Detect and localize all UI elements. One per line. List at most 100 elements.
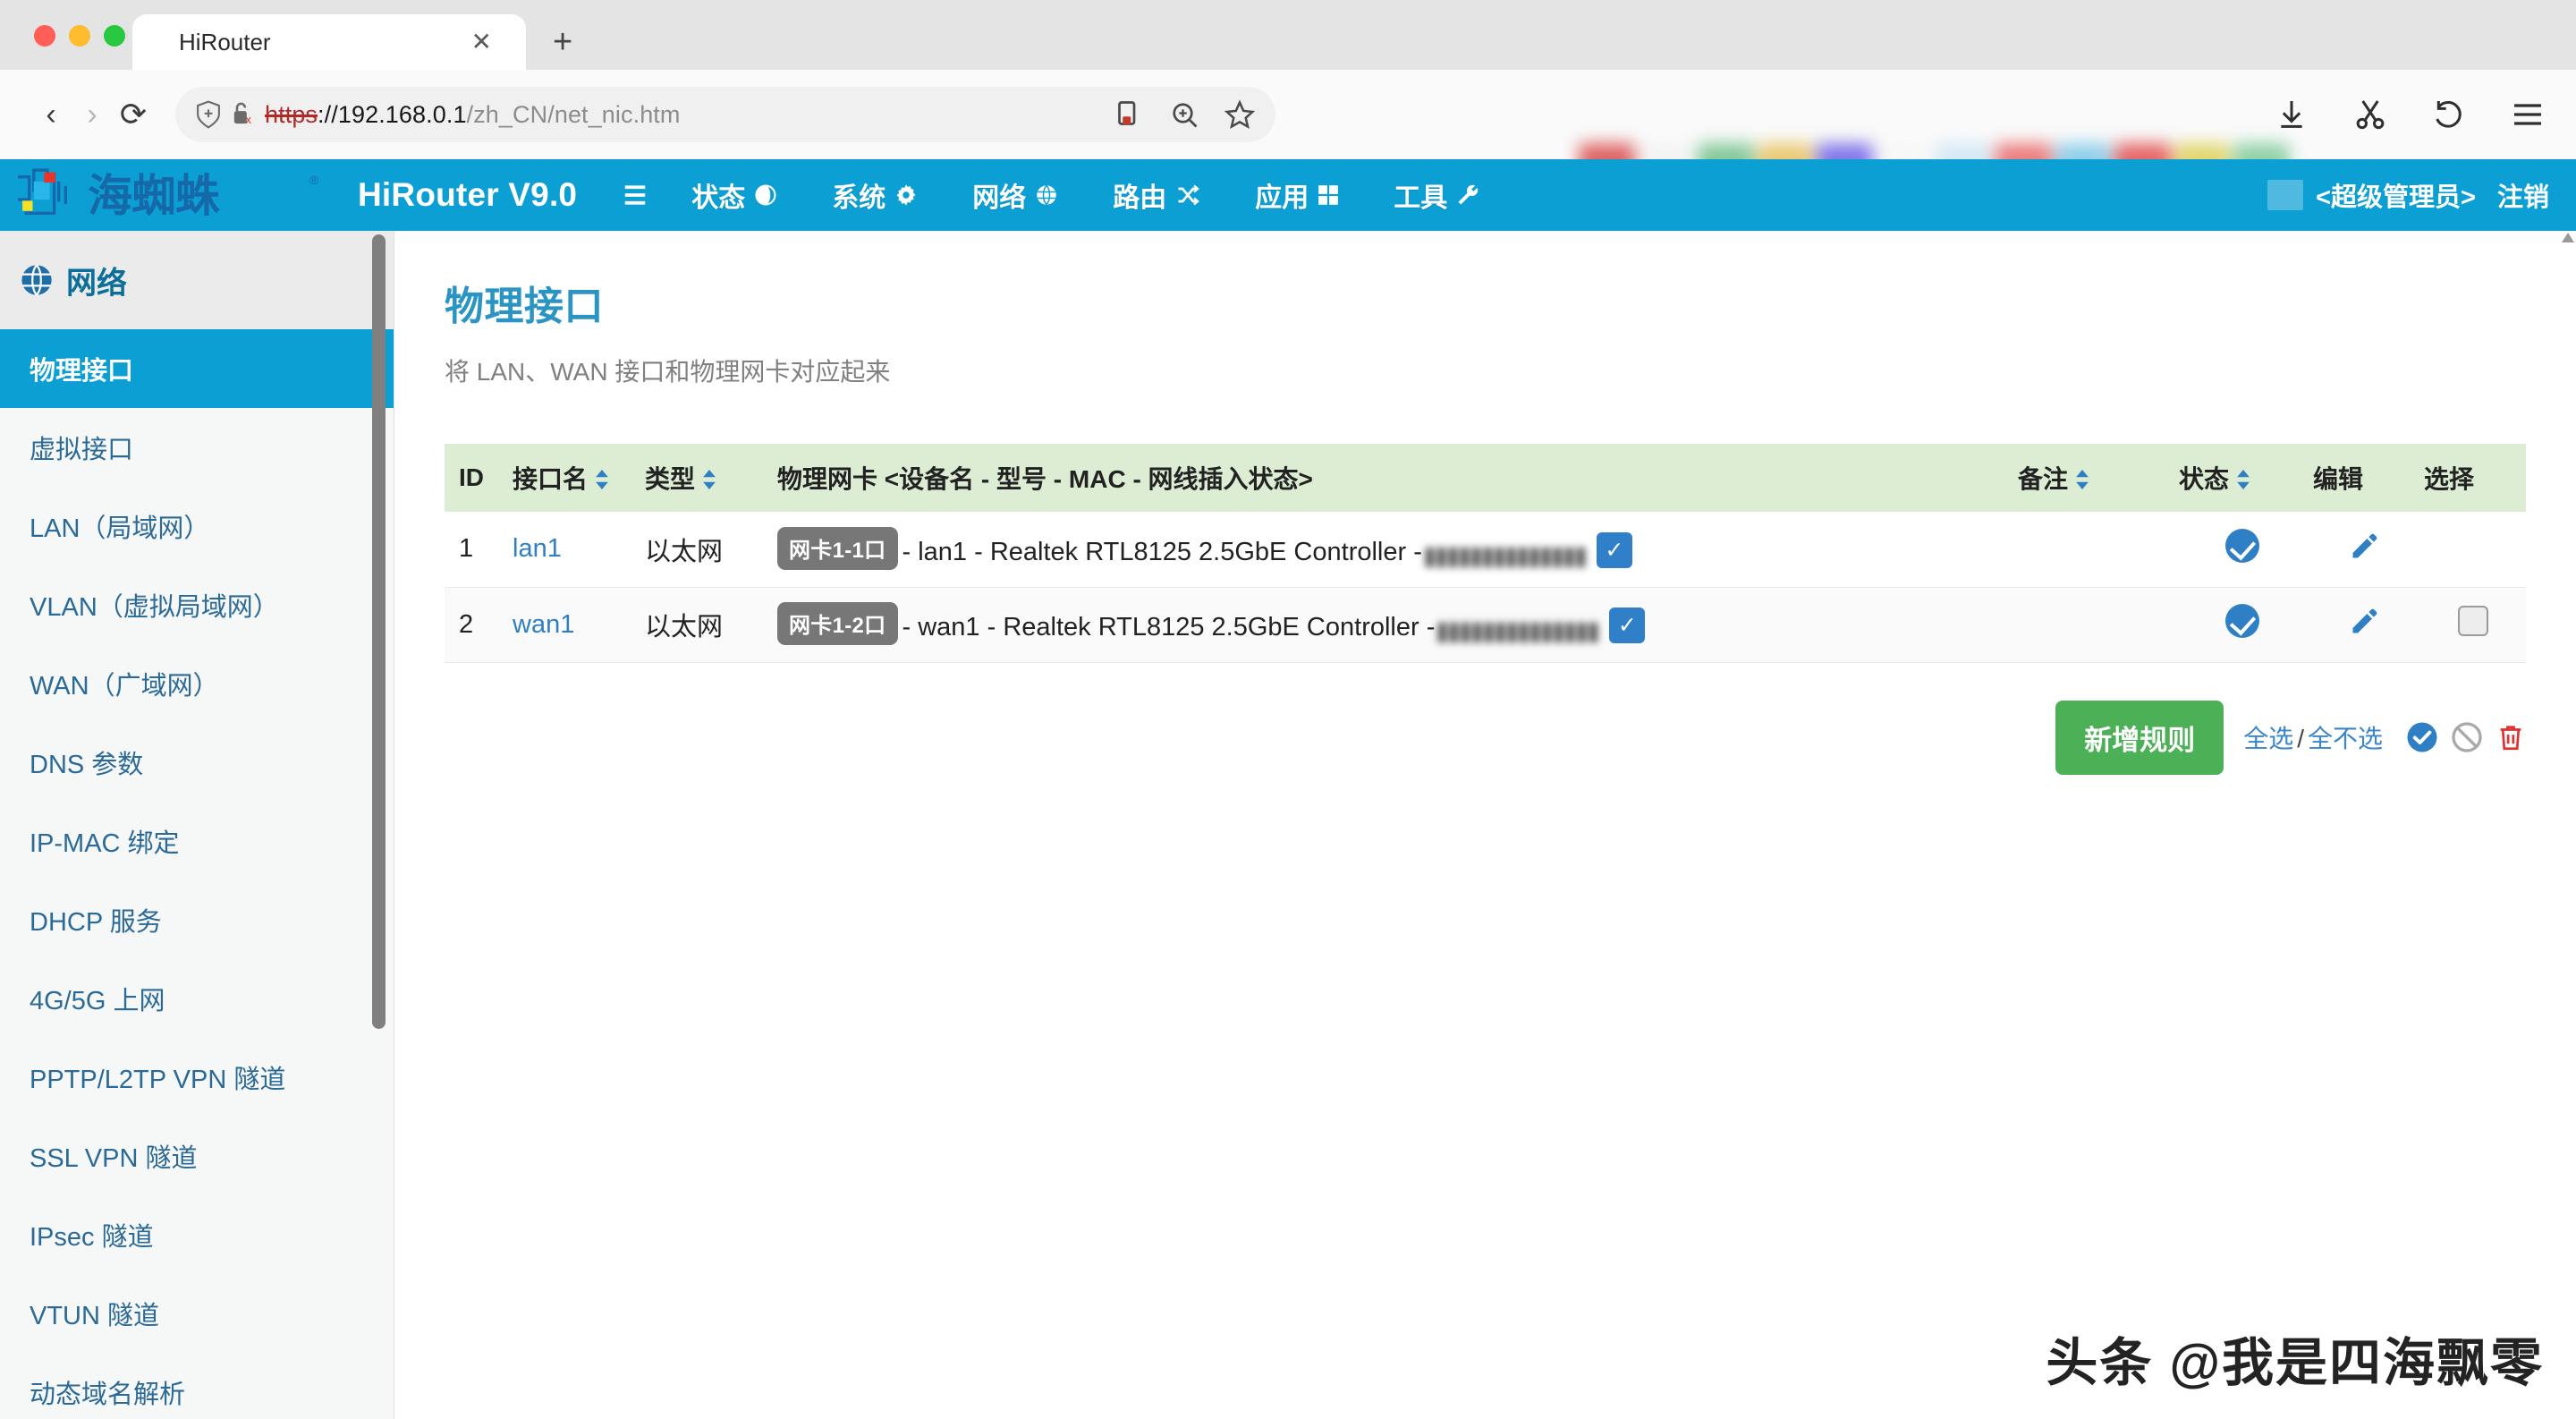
nic-port-badge: 网卡1-2口 bbox=[777, 602, 898, 645]
sort-icon[interactable] bbox=[701, 467, 717, 496]
cell-select bbox=[2420, 512, 2526, 587]
ban-icon[interactable] bbox=[2451, 721, 2483, 753]
sort-icon[interactable] bbox=[594, 467, 610, 496]
table-row[interactable]: 2 wan1 以太网 网卡1-2口- wan1 - Realtek RTL812… bbox=[445, 587, 2526, 662]
brand-logo[interactable]: 海蜘蛛 ® bbox=[0, 166, 324, 225]
maximize-window-button[interactable] bbox=[104, 25, 125, 47]
trash-icon[interactable] bbox=[2496, 721, 2526, 753]
nav-item-apps[interactable]: 应用 bbox=[1228, 175, 1367, 215]
nic-description: - lan1 - Realtek RTL8125 2.5GbE Controll… bbox=[902, 538, 1422, 566]
lock-broken-icon[interactable]: x bbox=[231, 99, 256, 130]
shield-plus-icon[interactable] bbox=[195, 99, 222, 130]
close-tab-icon[interactable]: ✕ bbox=[471, 30, 492, 55]
scroll-up-arrow-icon[interactable] bbox=[2562, 233, 2574, 242]
select-all-link[interactable]: 全选 bbox=[2243, 725, 2293, 752]
nav-item-routing[interactable]: 路由 bbox=[1086, 175, 1228, 215]
status-enabled-icon[interactable] bbox=[2225, 529, 2259, 563]
sidebar-item-pptp-l2tp-vpn[interactable]: PPTP/L2TP VPN 隧道 bbox=[0, 1038, 394, 1117]
nav-item-system[interactable]: 系统 bbox=[805, 175, 945, 215]
browser-tab[interactable]: HiRouter ✕ bbox=[132, 14, 526, 70]
shuffle-icon bbox=[1174, 183, 1201, 208]
scissors-icon[interactable] bbox=[2352, 97, 2388, 132]
cell-status[interactable] bbox=[2175, 512, 2309, 587]
page-scrollbar[interactable] bbox=[2562, 231, 2576, 1419]
selection-links: 全选/全不选 bbox=[2243, 719, 2383, 755]
table-head: ID 接口名 类型 物理网卡 <设备名 - 型号 - MAC - 网线插入状态>… bbox=[445, 444, 2526, 512]
sidebar-item-ipsec[interactable]: IPsec 隧道 bbox=[0, 1195, 394, 1274]
globe-icon bbox=[20, 263, 54, 297]
undo-icon[interactable] bbox=[2431, 97, 2467, 132]
sidebar-item-4g5g[interactable]: 4G/5G 上网 bbox=[0, 959, 394, 1038]
sidebar-item-physical-interface[interactable]: 物理接口 bbox=[0, 329, 394, 408]
cell-edit[interactable] bbox=[2309, 587, 2420, 662]
pencil-icon[interactable] bbox=[2349, 540, 2381, 568]
cell-interface[interactable]: wan1 bbox=[509, 587, 641, 662]
nav-item-status[interactable]: 状态 bbox=[665, 175, 805, 215]
svg-text:x: x bbox=[246, 113, 252, 126]
pencil-icon[interactable] bbox=[2349, 615, 2381, 643]
table-actions: 新增规则 全选/全不选 bbox=[445, 701, 2526, 775]
sidebar-item-virtual-interface[interactable]: 虚拟接口 bbox=[0, 408, 394, 487]
nav-item-network[interactable]: 网络 bbox=[945, 175, 1086, 215]
sidebar-item-dhcp[interactable]: DHCP 服务 bbox=[0, 880, 394, 959]
cell-id: 2 bbox=[445, 587, 509, 662]
sort-icon[interactable] bbox=[2235, 467, 2251, 496]
minimize-window-button[interactable] bbox=[69, 25, 90, 47]
address-bar[interactable]: x https://192.168.0.1/zh_CN/net_nic.htm bbox=[175, 87, 1275, 142]
row-select-checkbox[interactable] bbox=[2458, 606, 2488, 636]
forward-icon[interactable]: › bbox=[72, 94, 113, 135]
zoom-icon[interactable] bbox=[1168, 98, 1200, 131]
th-id: ID bbox=[445, 444, 509, 512]
th-type[interactable]: 类型 bbox=[641, 444, 774, 512]
status-enabled-icon[interactable] bbox=[2225, 604, 2259, 638]
th-note[interactable]: 备注 bbox=[2014, 444, 2175, 512]
reload-icon[interactable]: ⟳ bbox=[113, 94, 154, 135]
cell-interface[interactable]: lan1 bbox=[509, 512, 641, 587]
sidebar-scrollbar[interactable] bbox=[372, 234, 386, 1029]
cell-status[interactable] bbox=[2175, 587, 2309, 662]
download-icon[interactable] bbox=[2274, 97, 2309, 132]
sort-icon[interactable] bbox=[2074, 467, 2090, 496]
sidebar-menu: 物理接口 虚拟接口 LAN（局域网） VLAN（虚拟局域网） WAN（广域网） … bbox=[0, 329, 394, 1419]
sidebar-item-lan[interactable]: LAN（局域网） bbox=[0, 487, 394, 565]
cell-select[interactable] bbox=[2420, 587, 2526, 662]
interface-link[interactable]: wan1 bbox=[513, 610, 574, 639]
user-role-label: <超级管理员> bbox=[2316, 176, 2476, 214]
logout-button[interactable]: 注销 bbox=[2497, 176, 2549, 214]
check-circle-icon[interactable] bbox=[2406, 721, 2438, 753]
select-none-link[interactable]: 全不选 bbox=[2308, 725, 2383, 752]
sidebar-section-header: 网络 bbox=[0, 231, 394, 329]
back-icon[interactable]: ‹ bbox=[30, 94, 72, 135]
avatar bbox=[2267, 180, 2303, 210]
sidebar-item-vtun[interactable]: VTUN 隧道 bbox=[0, 1274, 394, 1353]
cell-edit[interactable] bbox=[2309, 512, 2420, 587]
th-edit: 编辑 bbox=[2309, 444, 2420, 512]
page-subtitle: 将 LAN、WAN 接口和物理网卡对应起来 bbox=[445, 353, 2526, 388]
sidebar-item-wan[interactable]: WAN（广域网） bbox=[0, 644, 394, 723]
table-body: 1 lan1 以太网 网卡1-1口- lan1 - Realtek RTL812… bbox=[445, 512, 2526, 662]
reader-icon[interactable] bbox=[1113, 98, 1145, 131]
sidebar-item-vlan[interactable]: VLAN（虚拟局域网） bbox=[0, 565, 394, 644]
sidebar-item-ddns[interactable]: 动态域名解析 bbox=[0, 1353, 394, 1419]
close-window-button[interactable] bbox=[34, 25, 55, 47]
sidebar-item-dns[interactable]: DNS 参数 bbox=[0, 723, 394, 802]
nav-item-label: 工具 bbox=[1394, 175, 1447, 215]
add-rule-button[interactable]: 新增规则 bbox=[2055, 701, 2224, 775]
th-status[interactable]: 状态 bbox=[2175, 444, 2309, 512]
table-row[interactable]: 1 lan1 以太网 网卡1-1口- lan1 - Realtek RTL812… bbox=[445, 512, 2526, 587]
nav-hamburger-icon[interactable] bbox=[606, 182, 665, 208]
star-icon[interactable] bbox=[1224, 98, 1256, 131]
interface-link[interactable]: lan1 bbox=[513, 534, 562, 563]
browser-toolbar: ‹ › ⟳ x https://192.168.0.1/zh_CN/net_ni… bbox=[0, 70, 2576, 159]
sidebar-item-ip-mac-binding[interactable]: IP-MAC 绑定 bbox=[0, 802, 394, 880]
th-label: 备注 bbox=[2018, 465, 2068, 493]
new-tab-button[interactable]: + bbox=[553, 25, 572, 59]
nic-description: - wan1 - Realtek RTL8125 2.5GbE Controll… bbox=[902, 613, 1436, 642]
hamburger-menu-icon[interactable] bbox=[2510, 97, 2546, 132]
url-scheme: https bbox=[265, 101, 318, 128]
cell-physical-nic: 网卡1-1口- lan1 - Realtek RTL8125 2.5GbE Co… bbox=[774, 512, 2014, 587]
th-interface-name[interactable]: 接口名 bbox=[509, 444, 641, 512]
main-nav: 状态 系统 网络 bbox=[616, 175, 1507, 215]
nav-item-tools[interactable]: 工具 bbox=[1367, 175, 1507, 215]
sidebar-item-ssl-vpn[interactable]: SSL VPN 隧道 bbox=[0, 1117, 394, 1195]
